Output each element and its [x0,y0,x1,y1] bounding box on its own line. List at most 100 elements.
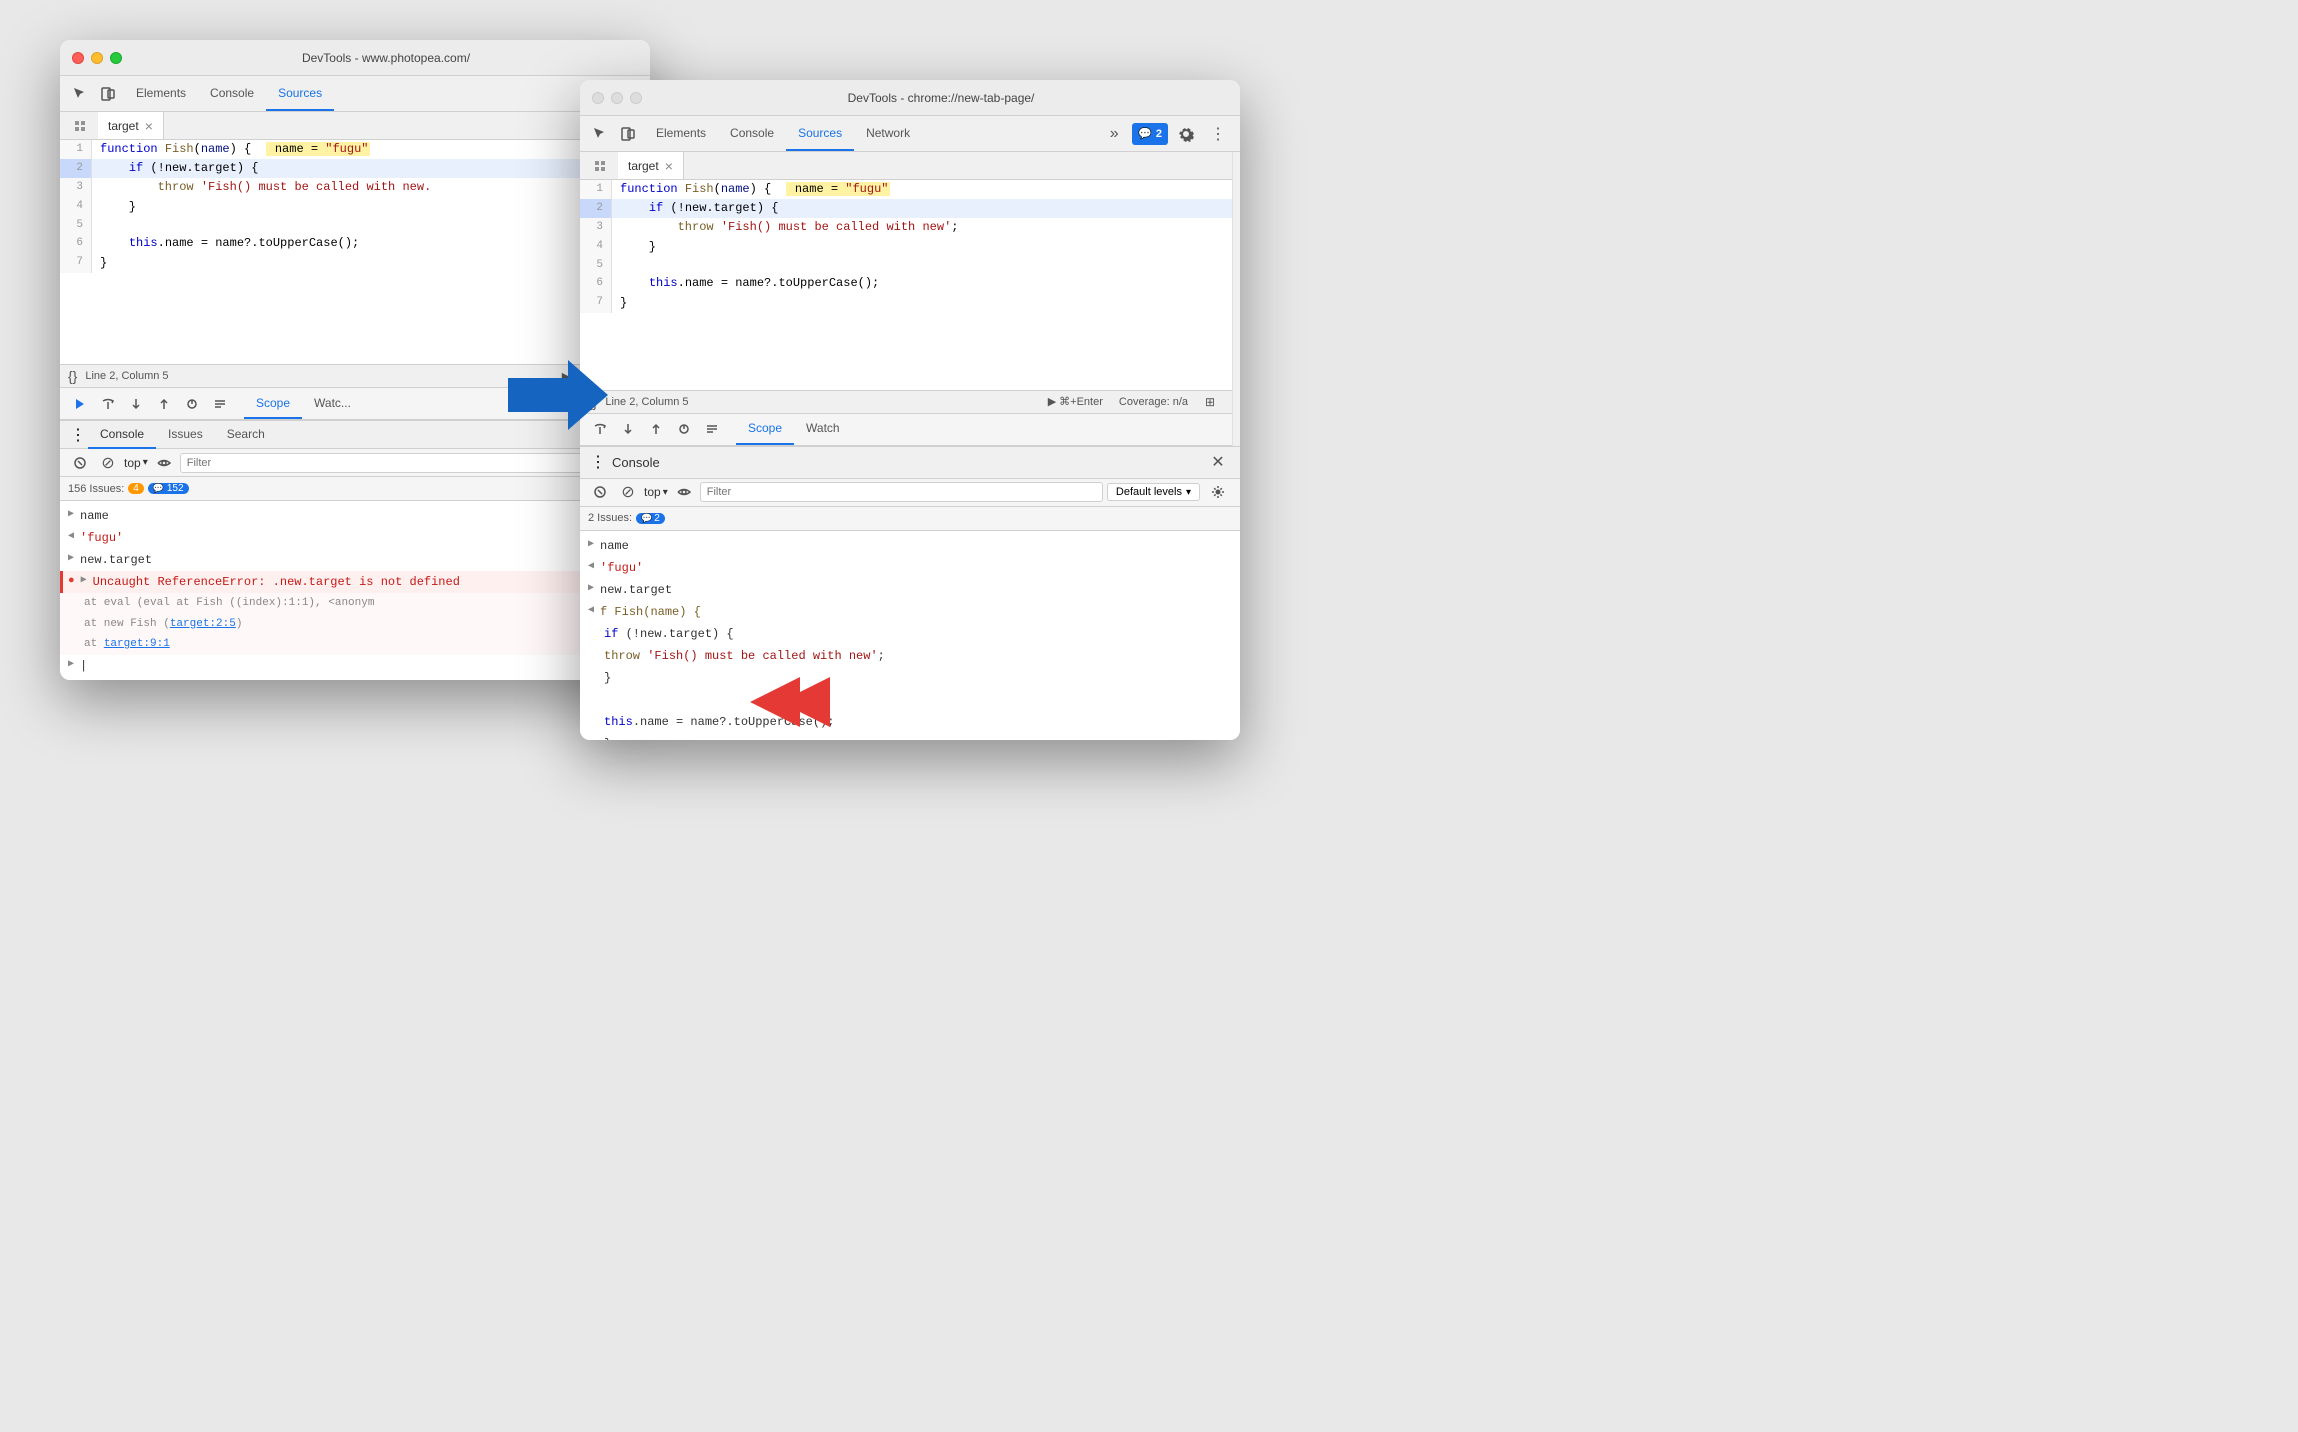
scrollbar-2[interactable] [1232,152,1240,446]
issues-bar-1: 156 Issues: 4 💬 152 [60,477,650,501]
debug-tab-scope-2[interactable]: Scope [736,414,794,445]
top-selector-2[interactable]: top ▾ [644,485,668,499]
console-row-name-2[interactable]: ▶ name [580,535,1240,557]
console-menu-icon-1[interactable]: ⋮ [68,425,88,445]
default-levels-chevron-icon: ▾ [1186,487,1191,498]
maximize-button-2[interactable] [630,92,642,104]
deactivate-btn-1[interactable] [208,392,232,416]
code-line-2: 2 if (!new.target) { [60,159,650,178]
console-tab-search-1[interactable]: Search [215,421,277,449]
tab-network-2[interactable]: Network [854,116,922,151]
debug-tab-watch-2[interactable]: Watch [794,414,852,445]
deactivate-btn-2[interactable] [700,417,724,441]
curly-braces-icon-1: {} [68,368,77,384]
navigator-icon-1[interactable] [68,114,92,138]
close-button-2[interactable] [592,92,604,104]
console-toolbar-2: ⊘ top ▾ Default levels ▾ [580,479,1240,507]
main-tab-list-1: Elements Console Sources [124,76,334,111]
file-tabs-1: target × [60,112,650,140]
code-line-7: 7 } [60,254,650,273]
file-tab-target-2[interactable]: target × [618,152,684,179]
more-icon-2[interactable]: ⋮ [1204,120,1232,148]
coverage-settings-icon[interactable]: ⊞ [1196,388,1224,416]
console-row-thisname-2: this.name = name?.toUpperCase(); [580,711,1240,733]
console-area-2: ⋮ Console ✕ ⊘ top ▾ [580,446,1240,741]
console-row-fish-2[interactable]: ◀ f Fish(name) { [580,601,1240,623]
console-row-newtarget-1[interactable]: ▶ new.target [60,549,650,571]
more-tabs-icon-2[interactable]: » [1100,120,1128,148]
eye-btn-1[interactable] [152,451,176,475]
minimize-button-1[interactable] [91,52,103,64]
filter-btn-1[interactable]: ⊘ [96,451,120,475]
code-line-1: 1 function Fish(name) { name = "fugu" [60,140,650,159]
window-title-1: DevTools - www.photopea.com/ [134,51,638,65]
code-line-6: 6 this.name = name?.toUpperCase(); [60,234,650,253]
debug-toolbar-2: Scope Watch [580,414,1232,446]
resume-btn-1[interactable] [68,392,92,416]
file-tab-close-1[interactable]: × [145,119,153,133]
devtools-window-2: DevTools - chrome://new-tab-page/ Elemen… [580,80,1240,740]
step-over-btn-1[interactable] [96,392,120,416]
tab-console-1[interactable]: Console [198,76,266,111]
filter-input-2[interactable] [700,482,1103,502]
debug-tab-scope-1[interactable]: Scope [244,388,302,419]
tab-sources-2[interactable]: Sources [786,116,854,151]
step-into-btn-2[interactable] [616,417,640,441]
console-error-detail-3: at target:9:1 [60,634,650,655]
code-line-2-1: 1 function Fish(name) { name = "fugu" [580,180,1232,199]
console-row-error-1[interactable]: ● ▶ Uncaught ReferenceError: .new.target… [60,571,650,593]
minimize-button-2[interactable] [611,92,623,104]
console-row-newtarget-2[interactable]: ▶ new.target [580,579,1240,601]
clear-console-btn-1[interactable] [68,451,92,475]
top-selector-1[interactable]: top ▾ [124,456,148,470]
inspect-icon-2[interactable] [588,122,612,146]
console-row-throw-2: throw 'Fish() must be called with new'; [580,645,1240,667]
console-menu-icon-2[interactable]: ⋮ [588,452,608,472]
console-input-row-1[interactable]: ▶ | [60,655,650,677]
filter-input-1[interactable] [180,453,599,473]
tab-elements-2[interactable]: Elements [644,116,718,151]
eye-btn-2[interactable] [672,480,696,504]
file-tab-close-2[interactable]: × [665,159,673,173]
navigator-icon-2[interactable] [588,154,612,178]
console-row-fugu-2[interactable]: ◀ 'fugu' [580,557,1240,579]
console-row-name-1[interactable]: ▶ name [60,505,650,527]
filter-btn-2[interactable]: ⊘ [616,480,640,504]
tab-console-2[interactable]: Console [718,116,786,151]
run-btn-2[interactable]: ▶ ⌘+Enter [1048,395,1103,408]
console-tab-console-1[interactable]: Console [88,421,156,449]
device-icon-2[interactable] [616,122,640,146]
code-line-3: 3 throw 'Fish() must be called with new. [60,178,650,197]
chat-badge-2[interactable]: 💬 2 [1132,123,1168,145]
console-row-fugu-1[interactable]: ◀ 'fugu' [60,527,650,549]
step-btn-2[interactable] [672,417,696,441]
traffic-lights-1 [72,52,122,64]
console-settings-icon-2[interactable] [1204,478,1232,506]
code-line-2-3: 3 throw 'Fish() must be called with new'… [580,218,1232,237]
console-label-2: Console [612,455,660,470]
code-line-2-2: 2 if (!new.target) { [580,199,1232,218]
close-button-1[interactable] [72,52,84,64]
default-levels-btn-2[interactable]: Default levels ▾ [1107,483,1200,501]
tab-sources-1[interactable]: Sources [266,76,334,111]
device-icon[interactable] [96,82,120,106]
devtools-toolbar-2: Elements Console Sources Network » 💬 2 ⋮ [580,116,1240,152]
tab-elements-1[interactable]: Elements [124,76,198,111]
coverage-label-2: Coverage: n/a [1119,396,1188,408]
inspect-icon[interactable] [68,82,92,106]
step-into-btn-1[interactable] [124,392,148,416]
console-tab-issues-1[interactable]: Issues [156,421,215,449]
settings-icon-2[interactable] [1172,120,1200,148]
debug-tab-watch-1[interactable]: Watc... [302,388,363,419]
clear-console-btn-2[interactable] [588,480,612,504]
maximize-button-1[interactable] [110,52,122,64]
file-tab-target-1[interactable]: target × [98,112,164,139]
close-console-btn-2[interactable]: ✕ [1204,448,1232,476]
step-out-btn-2[interactable] [644,417,668,441]
top-chevron-icon-2: ▾ [663,487,668,498]
direction-arrow [508,360,608,435]
step-btn-1[interactable] [180,392,204,416]
code-area-2: target × 1 function Fish(name) { name = … [580,152,1232,446]
console-content-1: ▶ name ◀ 'fugu' ▶ new.target ● ▶ Uncaugh… [60,501,650,680]
step-out-btn-1[interactable] [152,392,176,416]
